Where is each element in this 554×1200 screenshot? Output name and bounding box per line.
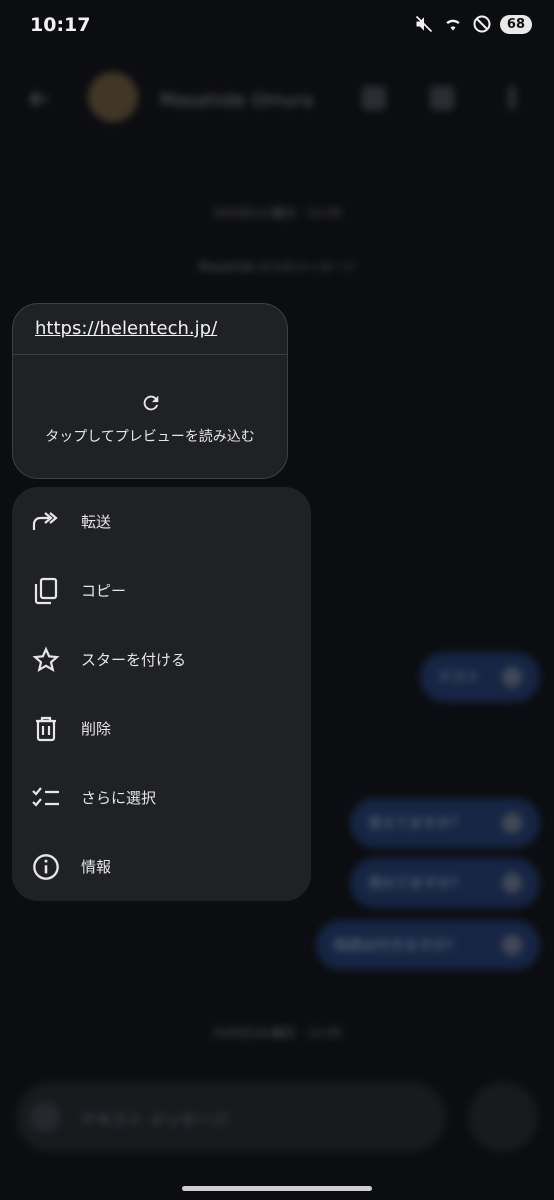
delete-icon bbox=[32, 715, 60, 743]
star-icon bbox=[32, 646, 60, 674]
message-bubble[interactable]: 既読は付きますか？ bbox=[316, 920, 540, 970]
divider bbox=[13, 354, 287, 355]
refresh-icon[interactable] bbox=[140, 392, 162, 414]
message-input-placeholder: テキスト メッセージ bbox=[80, 1110, 229, 1129]
menu-item-label: 削除 bbox=[81, 720, 112, 738]
contact-avatar[interactable] bbox=[88, 72, 138, 122]
call-icon[interactable] bbox=[362, 86, 386, 110]
mute-icon bbox=[415, 15, 432, 33]
message-input[interactable]: テキスト メッセージ bbox=[16, 1082, 446, 1152]
menu-item-info[interactable]: 情報 bbox=[12, 832, 311, 901]
menu-item-label: 転送 bbox=[81, 513, 112, 531]
load-preview-label[interactable]: タップしてプレビューを読み込む bbox=[13, 426, 287, 446]
wifi-icon bbox=[446, 19, 460, 31]
sender-line: Masahide からのメッセージ bbox=[198, 260, 356, 274]
menu-item-label: コピー bbox=[81, 582, 127, 600]
status-bar: 10:17 68 bbox=[0, 0, 554, 52]
menu-item-label: 情報 bbox=[81, 858, 112, 876]
date-separator: 10/5日(火)曜日 · 11:05 bbox=[211, 206, 343, 220]
select-more-icon bbox=[32, 784, 60, 812]
menu-item-select-more[interactable]: さらに選択 bbox=[12, 763, 311, 832]
info-icon bbox=[32, 853, 60, 881]
message-bubble[interactable]: 見えてますか？ bbox=[350, 798, 540, 848]
status-icons: 68 bbox=[414, 14, 532, 34]
video-call-icon[interactable] bbox=[430, 86, 454, 110]
add-icon[interactable] bbox=[30, 1102, 60, 1132]
back-arrow-icon[interactable] bbox=[26, 86, 52, 112]
menu-item-star[interactable]: スターを付ける bbox=[12, 625, 311, 694]
contact-name[interactable]: Masahide Omura bbox=[160, 90, 313, 111]
battery-badge: 68 bbox=[499, 14, 532, 34]
send-button[interactable] bbox=[468, 1082, 538, 1152]
date-separator: 10/6日(水)曜日 · 11:05 bbox=[211, 1026, 343, 1040]
forward-icon bbox=[32, 508, 60, 536]
status-time: 10:17 bbox=[30, 14, 91, 36]
home-indicator[interactable] bbox=[182, 1186, 372, 1191]
do-not-disturb-icon bbox=[473, 15, 491, 33]
composer: テキスト メッセージ bbox=[16, 1082, 538, 1152]
menu-item-delete[interactable]: 削除 bbox=[12, 694, 311, 763]
message-context-menu: 転送 コピー スターを付ける 削除 さらに選択 情報 bbox=[12, 487, 311, 901]
message-link[interactable]: https://helentech.jp/ bbox=[35, 318, 217, 339]
message-bubble[interactable]: 見れてますか？ bbox=[350, 858, 540, 908]
menu-item-copy[interactable]: コピー bbox=[12, 556, 311, 625]
copy-icon bbox=[32, 577, 60, 605]
menu-item-label: さらに選択 bbox=[81, 789, 157, 807]
menu-item-forward[interactable]: 転送 bbox=[12, 487, 311, 556]
conversation-header: Masahide Omura bbox=[0, 64, 554, 124]
message-bubble[interactable]: テスト bbox=[420, 652, 540, 702]
menu-item-label: スターを付ける bbox=[81, 651, 187, 669]
selected-message[interactable]: https://helentech.jp/ タップしてプレビューを読み込む bbox=[12, 303, 288, 479]
more-options-icon[interactable] bbox=[508, 86, 516, 110]
